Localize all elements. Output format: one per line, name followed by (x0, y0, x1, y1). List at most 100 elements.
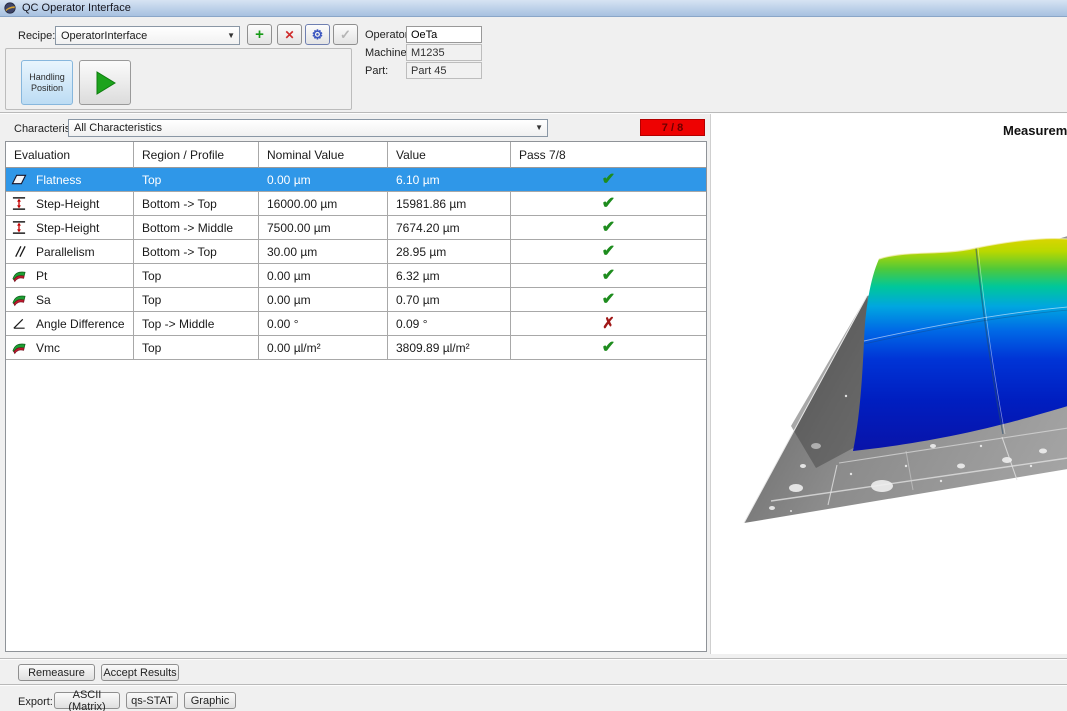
gear-icon: ⚙ (312, 27, 324, 43)
operator-label: Operator: (365, 29, 411, 41)
evaluation-cell: Sa (6, 288, 134, 311)
nominal-value-cell: 0.00 µm (259, 264, 388, 287)
nominal-value-cell: 30.00 µm (259, 240, 388, 263)
evaluation-cell: Angle Difference (6, 312, 134, 335)
nominal-value-cell: 16000.00 µm (259, 192, 388, 215)
evaluation-label: Step-Height (36, 197, 99, 211)
evaluation-label: Sa (36, 293, 51, 307)
pass-cell: ✔ (511, 216, 706, 239)
handling-position-label: Handling Position (29, 72, 65, 94)
machine-label: Machine: (365, 47, 410, 59)
table-row-pt[interactable]: PtTop0.00 µm6.32 µm✔ (6, 264, 706, 288)
nominal-value-cell: 0.00 µm (259, 288, 388, 311)
characteristic-dropdown-value: All Characteristics (74, 122, 162, 134)
region-profile-cell: Bottom -> Middle (134, 216, 259, 239)
evaluation-label: Pt (36, 269, 47, 283)
value-cell: 28.95 µm (388, 240, 511, 263)
value-cell: 7674.20 µm (388, 216, 511, 239)
evaluation-cell: Step-Height (6, 216, 134, 239)
title-bar: QC Operator Interface (0, 0, 1067, 17)
footer-separator-1 (0, 658, 1067, 660)
pass-cell: ✔ (511, 288, 706, 311)
measurement-panel: Measurement (710, 114, 1067, 654)
value-cell: 0.09 ° (388, 312, 511, 335)
angle-icon (11, 316, 27, 331)
column-header-pass-7-8[interactable]: Pass 7/8 (511, 142, 706, 168)
evaluation-cell: Vmc (6, 336, 134, 359)
operator-field[interactable] (406, 26, 482, 43)
pass-cell: ✔ (511, 264, 706, 287)
column-header-evaluation[interactable]: Evaluation (6, 142, 134, 168)
table-row-vmc[interactable]: VmcTop0.00 µl/m²3809.89 µl/m²✔ (6, 336, 706, 360)
export-graphic-button[interactable]: Graphic (184, 692, 236, 709)
pass-cell: ✗ (511, 312, 706, 335)
table-row-flatness[interactable]: FlatnessTop0.00 µm6.10 µm✔ (6, 168, 706, 192)
characteristic-dropdown[interactable]: All Characteristics ▼ (68, 119, 548, 137)
handling-position-button[interactable]: Handling Position (21, 60, 73, 105)
x-icon: ✕ (284, 28, 294, 42)
surface-icon (11, 340, 27, 355)
footer-separator-2 (0, 684, 1067, 686)
flatness-icon (11, 172, 27, 187)
evaluation-label: Step-Height (36, 221, 99, 235)
measurement-view-title: Measurement (1003, 123, 1067, 138)
plus-icon: + (255, 26, 264, 43)
column-header-nominal-value[interactable]: Nominal Value (259, 142, 388, 168)
export-qsstat-button[interactable]: qs-STAT (126, 692, 178, 709)
table-row-step-height[interactable]: Step-HeightBottom -> Middle7500.00 µm767… (6, 216, 706, 240)
evaluation-label: Flatness (36, 173, 81, 187)
table-row-parallelism[interactable]: Parallelism Bottom -> Top30.00 µm28.95 µm… (6, 240, 706, 264)
region-profile-cell: Bottom -> Top (134, 240, 259, 263)
pass-cell: ✔ (511, 192, 706, 215)
recipe-dropdown[interactable]: OperatorInterface ▼ (55, 26, 240, 45)
pass-cell: ✔ (511, 240, 706, 263)
start-measurement-button[interactable] (79, 60, 131, 105)
pass-check-icon: ✔ (602, 172, 615, 188)
evaluation-label: Angle Difference (36, 317, 125, 331)
pass-check-icon: ✔ (602, 292, 615, 308)
export-ascii-button[interactable]: ASCII (Matrix) (54, 692, 120, 709)
region-profile-cell: Top (134, 168, 259, 191)
remeasure-button[interactable]: Remeasure (18, 664, 95, 681)
pass-count-badge: 7 / 8 (640, 119, 705, 136)
play-icon (93, 70, 117, 96)
table-body: FlatnessTop0.00 µm6.10 µm✔Step-HeightBot… (6, 168, 706, 360)
value-cell: 0.70 µm (388, 288, 511, 311)
region-profile-cell: Top (134, 336, 259, 359)
evaluation-label: Vmc (36, 341, 60, 355)
recipe-label: Recipe: (18, 30, 55, 42)
table-row-sa[interactable]: SaTop0.00 µm0.70 µm✔ (6, 288, 706, 312)
surface-icon (11, 268, 27, 283)
settings-button[interactable]: ⚙ (305, 24, 330, 45)
step-height-icon (11, 196, 27, 211)
nominal-value-cell: 0.00 µl/m² (259, 336, 388, 359)
region-profile-cell: Top -> Middle (134, 312, 259, 335)
delete-recipe-button[interactable]: ✕ (277, 24, 302, 45)
pass-check-icon: ✔ (602, 220, 615, 236)
part-label: Part: (365, 65, 388, 77)
table-row-step-height[interactable]: Step-HeightBottom -> Top16000.00 µm15981… (6, 192, 706, 216)
add-recipe-button[interactable]: + (247, 24, 272, 45)
region-profile-cell: Top (134, 264, 259, 287)
pass-check-icon: ✔ (602, 196, 615, 212)
table-header-row: EvaluationRegion / ProfileNominal ValueV… (6, 142, 706, 168)
accept-results-button[interactable]: Accept Results (101, 664, 179, 681)
column-header-value[interactable]: Value (388, 142, 511, 168)
results-table: EvaluationRegion / ProfileNominal ValueV… (5, 141, 707, 652)
nominal-value-cell: 0.00 ° (259, 312, 388, 335)
evaluation-cell: Parallelism (6, 240, 134, 263)
chevron-down-icon: ▼ (227, 30, 235, 39)
table-row-angle-difference[interactable]: Angle Difference Top -> Middle0.00 °0.09 … (6, 312, 706, 336)
confirm-recipe-button[interactable]: ✓ (333, 24, 358, 45)
step-height-icon (11, 220, 27, 235)
recipe-dropdown-value: OperatorInterface (61, 30, 147, 42)
chevron-down-icon: ▼ (535, 123, 543, 132)
parallelism-icon (11, 244, 27, 259)
evaluation-label: Parallelism (36, 245, 95, 259)
check-icon: ✓ (340, 27, 351, 43)
column-header-region-profile[interactable]: Region / Profile (134, 142, 259, 168)
pass-cell: ✔ (511, 336, 706, 359)
surface-3d-view[interactable] (736, 219, 1067, 529)
evaluation-cell: Pt (6, 264, 134, 287)
app-icon (4, 2, 16, 14)
